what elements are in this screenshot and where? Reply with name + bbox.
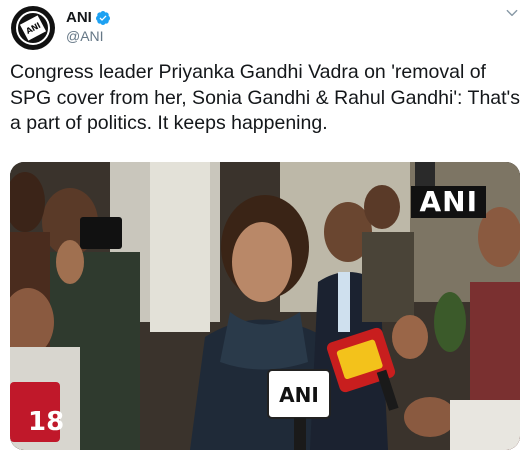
tweet-text: Congress leader Priyanka Gandhi Vadra on… [10, 61, 521, 134]
tweet-header: ANI ANI @ANI [11, 6, 519, 50]
account-names: ANI @ANI [66, 8, 111, 44]
name-row: ANI [66, 8, 111, 27]
chevron-down-icon[interactable] [505, 6, 519, 20]
verified-badge-icon [95, 10, 110, 25]
tweet-photo[interactable]: 18 ANI ANI [10, 162, 520, 450]
avatar[interactable]: ANI [11, 6, 55, 50]
channel-18-logo: 18 [28, 407, 64, 437]
ani-mic-label: ANI [279, 383, 319, 407]
account-handle[interactable]: @ANI [66, 28, 111, 44]
ani-watermark: ANI [411, 186, 486, 218]
display-name[interactable]: ANI [66, 9, 92, 26]
